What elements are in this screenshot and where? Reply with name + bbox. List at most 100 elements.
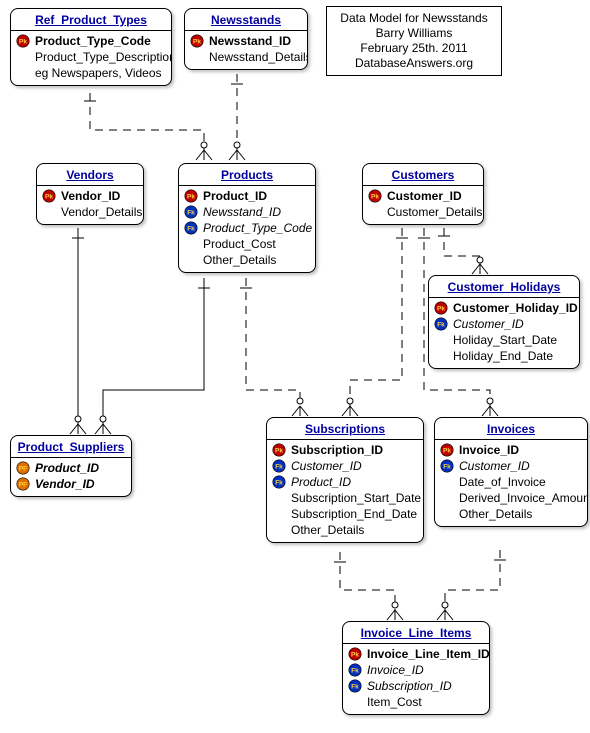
no-key-icon	[15, 50, 33, 64]
entity-attrs: Pk Product_Type_CodeProduct_Type_Descrip…	[11, 31, 171, 85]
fk-key-icon: Fk	[347, 663, 365, 677]
attribute-name: Invoice_ID	[457, 443, 519, 457]
attribute-name: Product_ID	[201, 189, 267, 203]
attribute-name: Customer_ID	[457, 459, 530, 473]
attribute-row: Pk Vendor_ID	[37, 188, 143, 204]
pk-key-icon: Pk	[347, 647, 365, 661]
entity-title: Customer_Holidays	[429, 276, 579, 298]
svg-text:Pk: Pk	[275, 448, 283, 455]
attribute-name: Invoice_ID	[365, 663, 424, 677]
svg-text:Pk: Pk	[193, 39, 201, 46]
attribute-row: Other_Details	[267, 522, 423, 538]
pk-key-icon: Pk	[367, 189, 385, 203]
attribute-row: Pk Invoice_Line_Item_ID	[343, 646, 489, 662]
attribute-name: Subscription_Start_Date	[289, 491, 421, 505]
attribute-name: Derived_Invoice_Amount	[457, 491, 588, 505]
pk-key-icon: Pk	[189, 34, 207, 48]
entity-attrs: Pk Customer_IDCustomer_Details	[363, 186, 483, 224]
pk-key-icon: Pk	[271, 443, 289, 457]
entity-attrs: Pk Invoice_ID Fk Customer_IDDate_of_Invo…	[435, 440, 587, 526]
fk-key-icon: Fk	[433, 317, 451, 331]
attribute-name: Product_ID	[33, 461, 99, 475]
attribute-row: Product_Type_Description	[11, 49, 171, 65]
fk-key-icon: Fk	[439, 459, 457, 473]
entity-ref-product-types: Ref_Product_Types Pk Product_Type_CodePr…	[10, 8, 172, 86]
entity-title: Customers	[363, 164, 483, 186]
attribute-row: Pk Newsstand_ID	[185, 33, 307, 49]
attribute-row: Other_Details	[435, 506, 587, 522]
entity-title: Ref_Product_Types	[11, 9, 171, 31]
entity-title: Invoice_Line_Items	[343, 622, 489, 644]
svg-text:Pk: Pk	[45, 194, 53, 201]
attribute-row: Pk Customer_ID	[363, 188, 483, 204]
entity-title: Subscriptions	[267, 418, 423, 440]
attribute-name: Vendor_ID	[33, 477, 95, 491]
no-key-icon	[439, 507, 457, 521]
pk-key-icon: Pk	[439, 443, 457, 457]
attribute-name: Product_Type_Code	[201, 221, 312, 235]
attribute-name: eg Newspapers, Videos	[33, 66, 162, 80]
annotation-line: Barry Williams	[335, 26, 493, 41]
attribute-row: Pk Subscription_ID	[267, 442, 423, 458]
svg-text:Fk: Fk	[443, 464, 451, 471]
no-key-icon	[367, 205, 385, 219]
svg-text:Fk: Fk	[187, 226, 195, 233]
no-key-icon	[347, 695, 365, 709]
attribute-name: Product_Cost	[201, 237, 276, 251]
entity-attrs: Pk Subscription_ID Fk Customer_ID Fk Pro…	[267, 440, 423, 542]
entity-title: Newsstands	[185, 9, 307, 31]
diagram-annotation: Data Model for Newsstands Barry Williams…	[326, 6, 502, 76]
attribute-row: Item_Cost	[343, 694, 489, 710]
annotation-line: DatabaseAnswers.org	[335, 56, 493, 71]
attribute-row: Fk Product_Type_Code	[179, 220, 315, 236]
no-key-icon	[433, 349, 451, 363]
attribute-row: Pk Product_ID	[179, 188, 315, 204]
attribute-name: Product_ID	[289, 475, 351, 489]
attribute-name: Newsstand_Details	[207, 50, 308, 64]
attribute-row: Fk Newsstand_ID	[179, 204, 315, 220]
no-key-icon	[439, 491, 457, 505]
attribute-name: Other_Details	[289, 523, 364, 537]
attribute-name: Newsstand_ID	[207, 34, 291, 48]
no-key-icon	[271, 491, 289, 505]
attribute-row: Fk Product_ID	[267, 474, 423, 490]
entity-title: Products	[179, 164, 315, 186]
svg-text:Fk: Fk	[351, 684, 359, 691]
no-key-icon	[183, 253, 201, 267]
attribute-name: Other_Details	[201, 253, 276, 267]
attribute-row: Fk Customer_ID	[267, 458, 423, 474]
attribute-row: eg Newspapers, Videos	[11, 65, 171, 81]
entity-attrs: Pk Product_ID Fk Newsstand_ID Fk Product…	[179, 186, 315, 272]
entity-attrs: Pk Customer_Holiday_ID Fk Customer_IDHol…	[429, 298, 579, 368]
attribute-name: Vendor_ID	[59, 189, 120, 203]
attribute-row: Fk Invoice_ID	[343, 662, 489, 678]
entity-attrs: PF Product_ID PF Vendor_ID	[11, 458, 131, 496]
erd-canvas: { "annotation": { "line1": "Data Model f…	[0, 0, 590, 733]
entity-invoice-line-items: Invoice_Line_Items Pk Invoice_Line_Item_…	[342, 621, 490, 715]
fk-key-icon: Fk	[271, 459, 289, 473]
attribute-name: Customer_Details	[385, 205, 482, 219]
svg-text:Fk: Fk	[275, 480, 283, 487]
attribute-name: Vendor_Details	[59, 205, 142, 219]
svg-text:Pk: Pk	[371, 194, 379, 201]
svg-text:Pk: Pk	[19, 39, 27, 46]
attribute-row: Fk Customer_ID	[435, 458, 587, 474]
svg-text:Fk: Fk	[351, 668, 359, 675]
entity-product-suppliers: Product_Suppliers PF Product_ID PF Vendo…	[10, 435, 132, 497]
attribute-row: Vendor_Details	[37, 204, 143, 220]
attribute-row: Derived_Invoice_Amount	[435, 490, 587, 506]
pk-key-icon: Pk	[183, 189, 201, 203]
attribute-name: Subscription_End_Date	[289, 507, 417, 521]
attribute-row: Fk Customer_ID	[429, 316, 579, 332]
attribute-row: PF Product_ID	[11, 460, 131, 476]
attribute-row: Customer_Details	[363, 204, 483, 220]
attribute-row: Other_Details	[179, 252, 315, 268]
entity-customer-holidays: Customer_Holidays Pk Customer_Holiday_ID…	[428, 275, 580, 369]
attribute-name: Customer_ID	[289, 459, 362, 473]
entity-subscriptions: Subscriptions Pk Subscription_ID Fk Cust…	[266, 417, 424, 543]
attribute-name: Other_Details	[457, 507, 532, 521]
no-key-icon	[183, 237, 201, 251]
attribute-row: Holiday_End_Date	[429, 348, 579, 364]
entity-title: Vendors	[37, 164, 143, 186]
attribute-row: Subscription_Start_Date	[267, 490, 423, 506]
